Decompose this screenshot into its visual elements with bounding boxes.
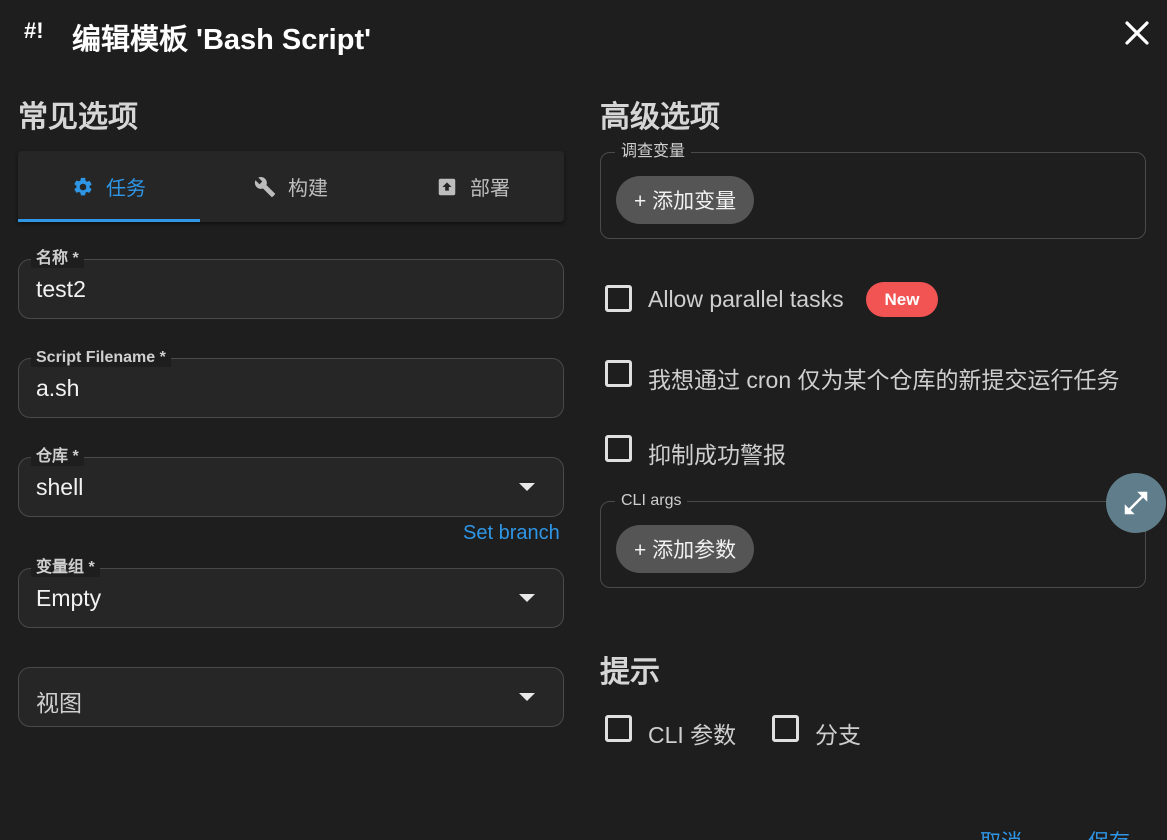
- survey-variables-box: 调查变量 + 添加变量: [600, 143, 1146, 239]
- tab-build-label: 构建: [288, 178, 328, 200]
- wrench-icon: [254, 176, 276, 197]
- new-badge: New: [866, 282, 938, 317]
- tab-deploy-label: 部署: [470, 178, 510, 200]
- close-button[interactable]: [1118, 14, 1156, 52]
- name-field[interactable]: 名称 * test2: [18, 250, 564, 319]
- tab-deploy[interactable]: 部署: [382, 151, 564, 222]
- template-type-icon: #!: [24, 18, 44, 43]
- advanced-options-title: 高级选项: [600, 101, 720, 134]
- chevron-down-icon: [519, 594, 535, 602]
- cron-commit-checkbox[interactable]: [605, 360, 632, 387]
- prompt-cli-args-label: CLI 参数: [648, 722, 737, 748]
- tab-build[interactable]: 构建: [200, 151, 382, 222]
- prompt-cli-args-checkbox[interactable]: [605, 715, 632, 742]
- repository-select[interactable]: 仓库 * shell: [18, 448, 564, 517]
- view-select[interactable]: 视图: [18, 667, 564, 727]
- gear-icon: [74, 177, 92, 195]
- name-field-value: test2: [36, 276, 86, 302]
- close-icon: [1125, 21, 1149, 45]
- dialog-title: 编辑模板 'Bash Script': [72, 24, 372, 56]
- tab-task-label: 任务: [106, 178, 146, 200]
- name-field-label: 名称 *: [31, 250, 84, 268]
- tab-task[interactable]: 任务: [18, 151, 200, 222]
- cron-commit-label: 我想通过 cron 仅为某个仓库的新提交运行任务: [648, 367, 1120, 393]
- script-filename-field[interactable]: Script Filename * a.sh: [18, 349, 564, 418]
- cli-args-box: CLI args + 添加参数: [600, 492, 1146, 588]
- expand-button[interactable]: [1106, 473, 1166, 533]
- script-filename-label: Script Filename *: [31, 349, 171, 367]
- add-argument-button[interactable]: + 添加参数: [616, 525, 755, 573]
- save-button[interactable]: 保存: [1088, 826, 1130, 840]
- set-branch-link[interactable]: Set branch: [463, 522, 560, 545]
- repository-label: 仓库 *: [31, 448, 84, 466]
- chevron-down-icon: [519, 693, 535, 701]
- suppress-alerts-label: 抑制成功警报: [648, 442, 786, 468]
- view-placeholder: 视图: [36, 690, 82, 716]
- prompts-title: 提示: [600, 656, 660, 689]
- cancel-button[interactable]: 取消: [980, 826, 1022, 840]
- suppress-alerts-checkbox[interactable]: [605, 435, 632, 462]
- common-options-title: 常见选项: [18, 101, 138, 134]
- expand-icon: [1124, 491, 1148, 515]
- prompt-branch-checkbox[interactable]: [772, 715, 799, 742]
- allow-parallel-checkbox[interactable]: [605, 285, 632, 312]
- tab-bar: 任务 构建 部署: [18, 151, 564, 222]
- cli-args-label: CLI args: [615, 492, 688, 510]
- upload-icon: [438, 178, 456, 195]
- survey-variables-label: 调查变量: [615, 143, 692, 161]
- prompt-branch-label: 分支: [815, 722, 861, 748]
- repository-value: shell: [36, 474, 84, 500]
- allow-parallel-label: Allow parallel tasks: [648, 286, 844, 312]
- add-variable-button[interactable]: + 添加变量: [616, 176, 755, 224]
- chevron-down-icon: [519, 483, 535, 491]
- variable-group-label: 变量组 *: [31, 559, 100, 577]
- variable-group-value: Empty: [36, 585, 102, 611]
- variable-group-select[interactable]: 变量组 * Empty: [18, 559, 564, 628]
- script-filename-value: a.sh: [36, 375, 80, 401]
